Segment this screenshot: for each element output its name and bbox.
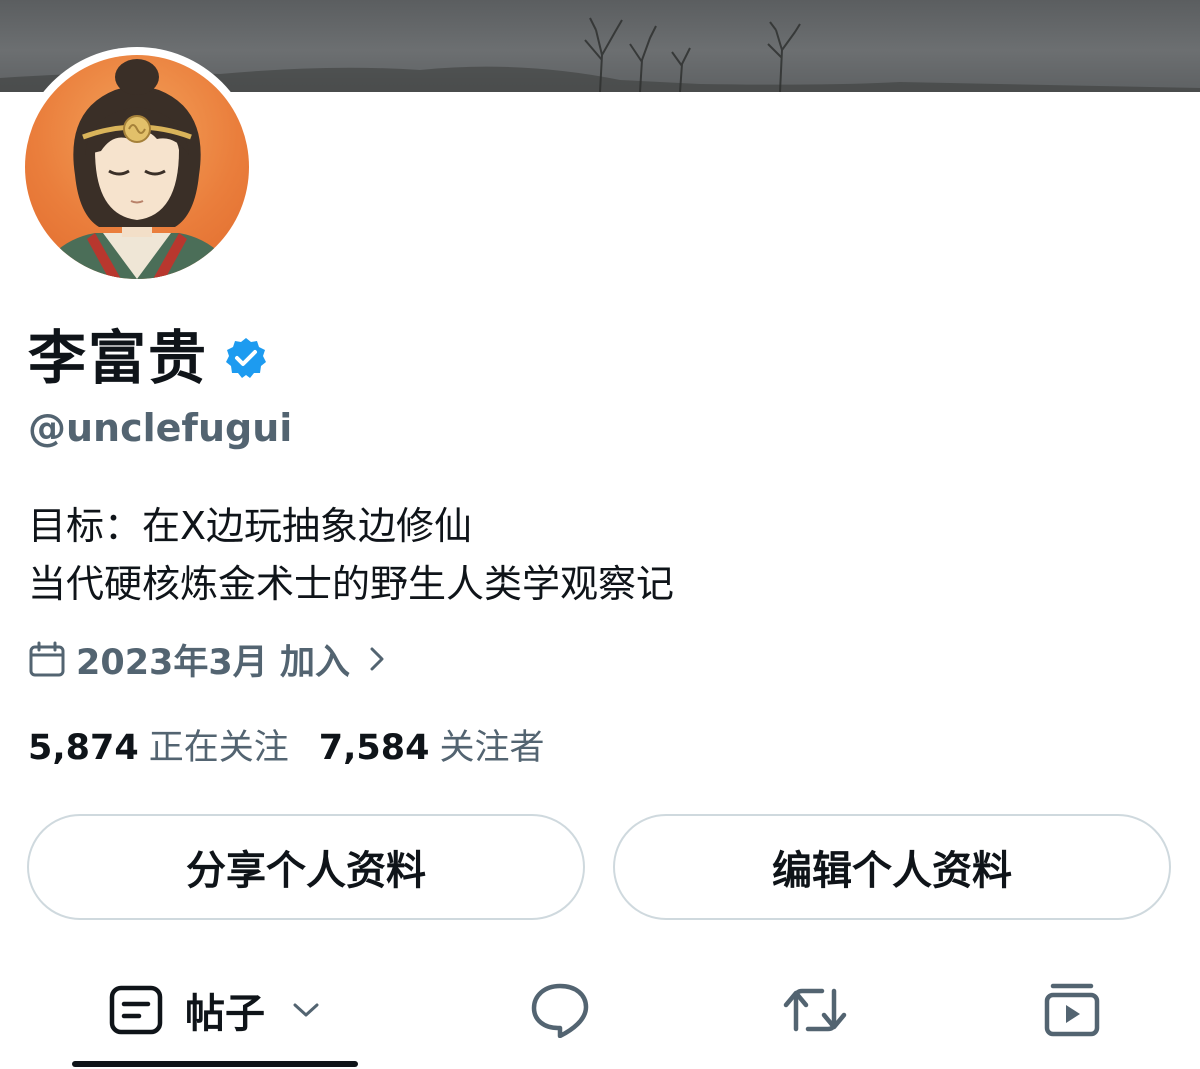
followers-link[interactable]: 7,584 关注者 [319, 719, 545, 770]
following-label: 正在关注 [148, 727, 289, 768]
joined-date[interactable]: 2023年3月 加入 [28, 636, 390, 683]
chevron-right-icon [370, 647, 384, 671]
tab-reposts[interactable] [735, 960, 895, 1060]
tab-replies[interactable] [480, 960, 640, 1060]
follow-stats: 5,874 正在关注 7,584 关注者 [28, 720, 544, 768]
active-tab-indicator [72, 1061, 358, 1067]
edit-profile-button[interactable]: 编辑个人资料 [613, 814, 1171, 920]
profile-handle: @unclefugui [28, 406, 293, 450]
bio-line-2: 当代硬核炼金术士的野生人类学观察记 [28, 562, 675, 606]
repost-icon [783, 988, 847, 1032]
avatar-illustration [35, 59, 239, 279]
display-name: 李富贵 [28, 324, 209, 392]
calendar-icon [29, 641, 65, 677]
avatar[interactable] [25, 55, 249, 279]
verified-badge-icon[interactable] [224, 336, 268, 380]
video-icon [1044, 983, 1100, 1037]
tab-posts-label: 帖子 [185, 991, 265, 1037]
tab-posts[interactable]: 帖子 [72, 960, 358, 1060]
profile-name-row: 李富贵 [28, 322, 268, 394]
followers-count: 7,584 [318, 727, 430, 768]
reply-bubble-icon [531, 983, 589, 1038]
chevron-down-icon[interactable] [291, 999, 321, 1021]
profile-bio: 目标：在X边玩抽象边修仙 当代硬核炼金术士的野生人类学观察记 [28, 497, 674, 613]
share-profile-button[interactable]: 分享个人资料 [27, 814, 585, 920]
following-link[interactable]: 5,874 正在关注 [28, 719, 289, 770]
tab-media[interactable] [992, 960, 1152, 1060]
following-count: 5,874 [28, 727, 139, 768]
profile-tabs: 帖子 [0, 960, 1200, 1069]
bio-line-1: 目标：在X边玩抽象边修仙 [28, 504, 473, 548]
followers-label: 关注者 [439, 727, 545, 768]
posts-icon [109, 985, 163, 1035]
joined-text: 2023年3月 加入 [76, 642, 350, 683]
